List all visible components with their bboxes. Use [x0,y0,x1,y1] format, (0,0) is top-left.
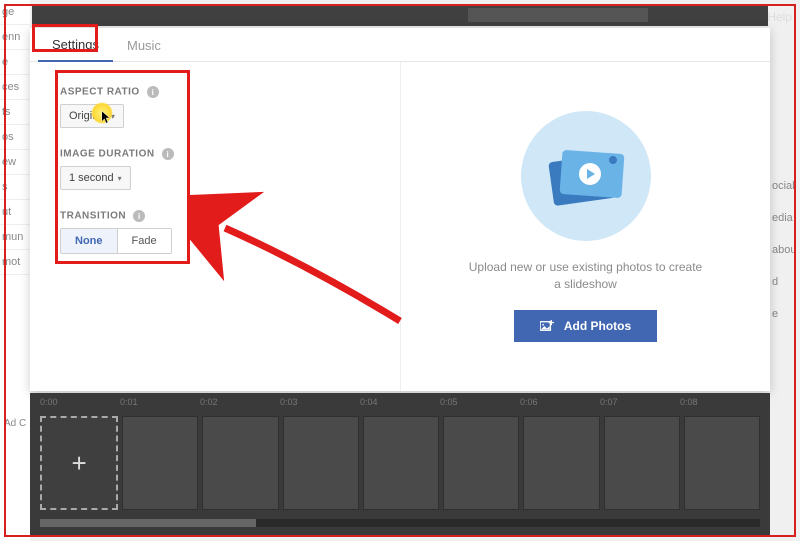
annotation-outer-border [4,4,796,537]
cursor-icon [101,111,113,128]
